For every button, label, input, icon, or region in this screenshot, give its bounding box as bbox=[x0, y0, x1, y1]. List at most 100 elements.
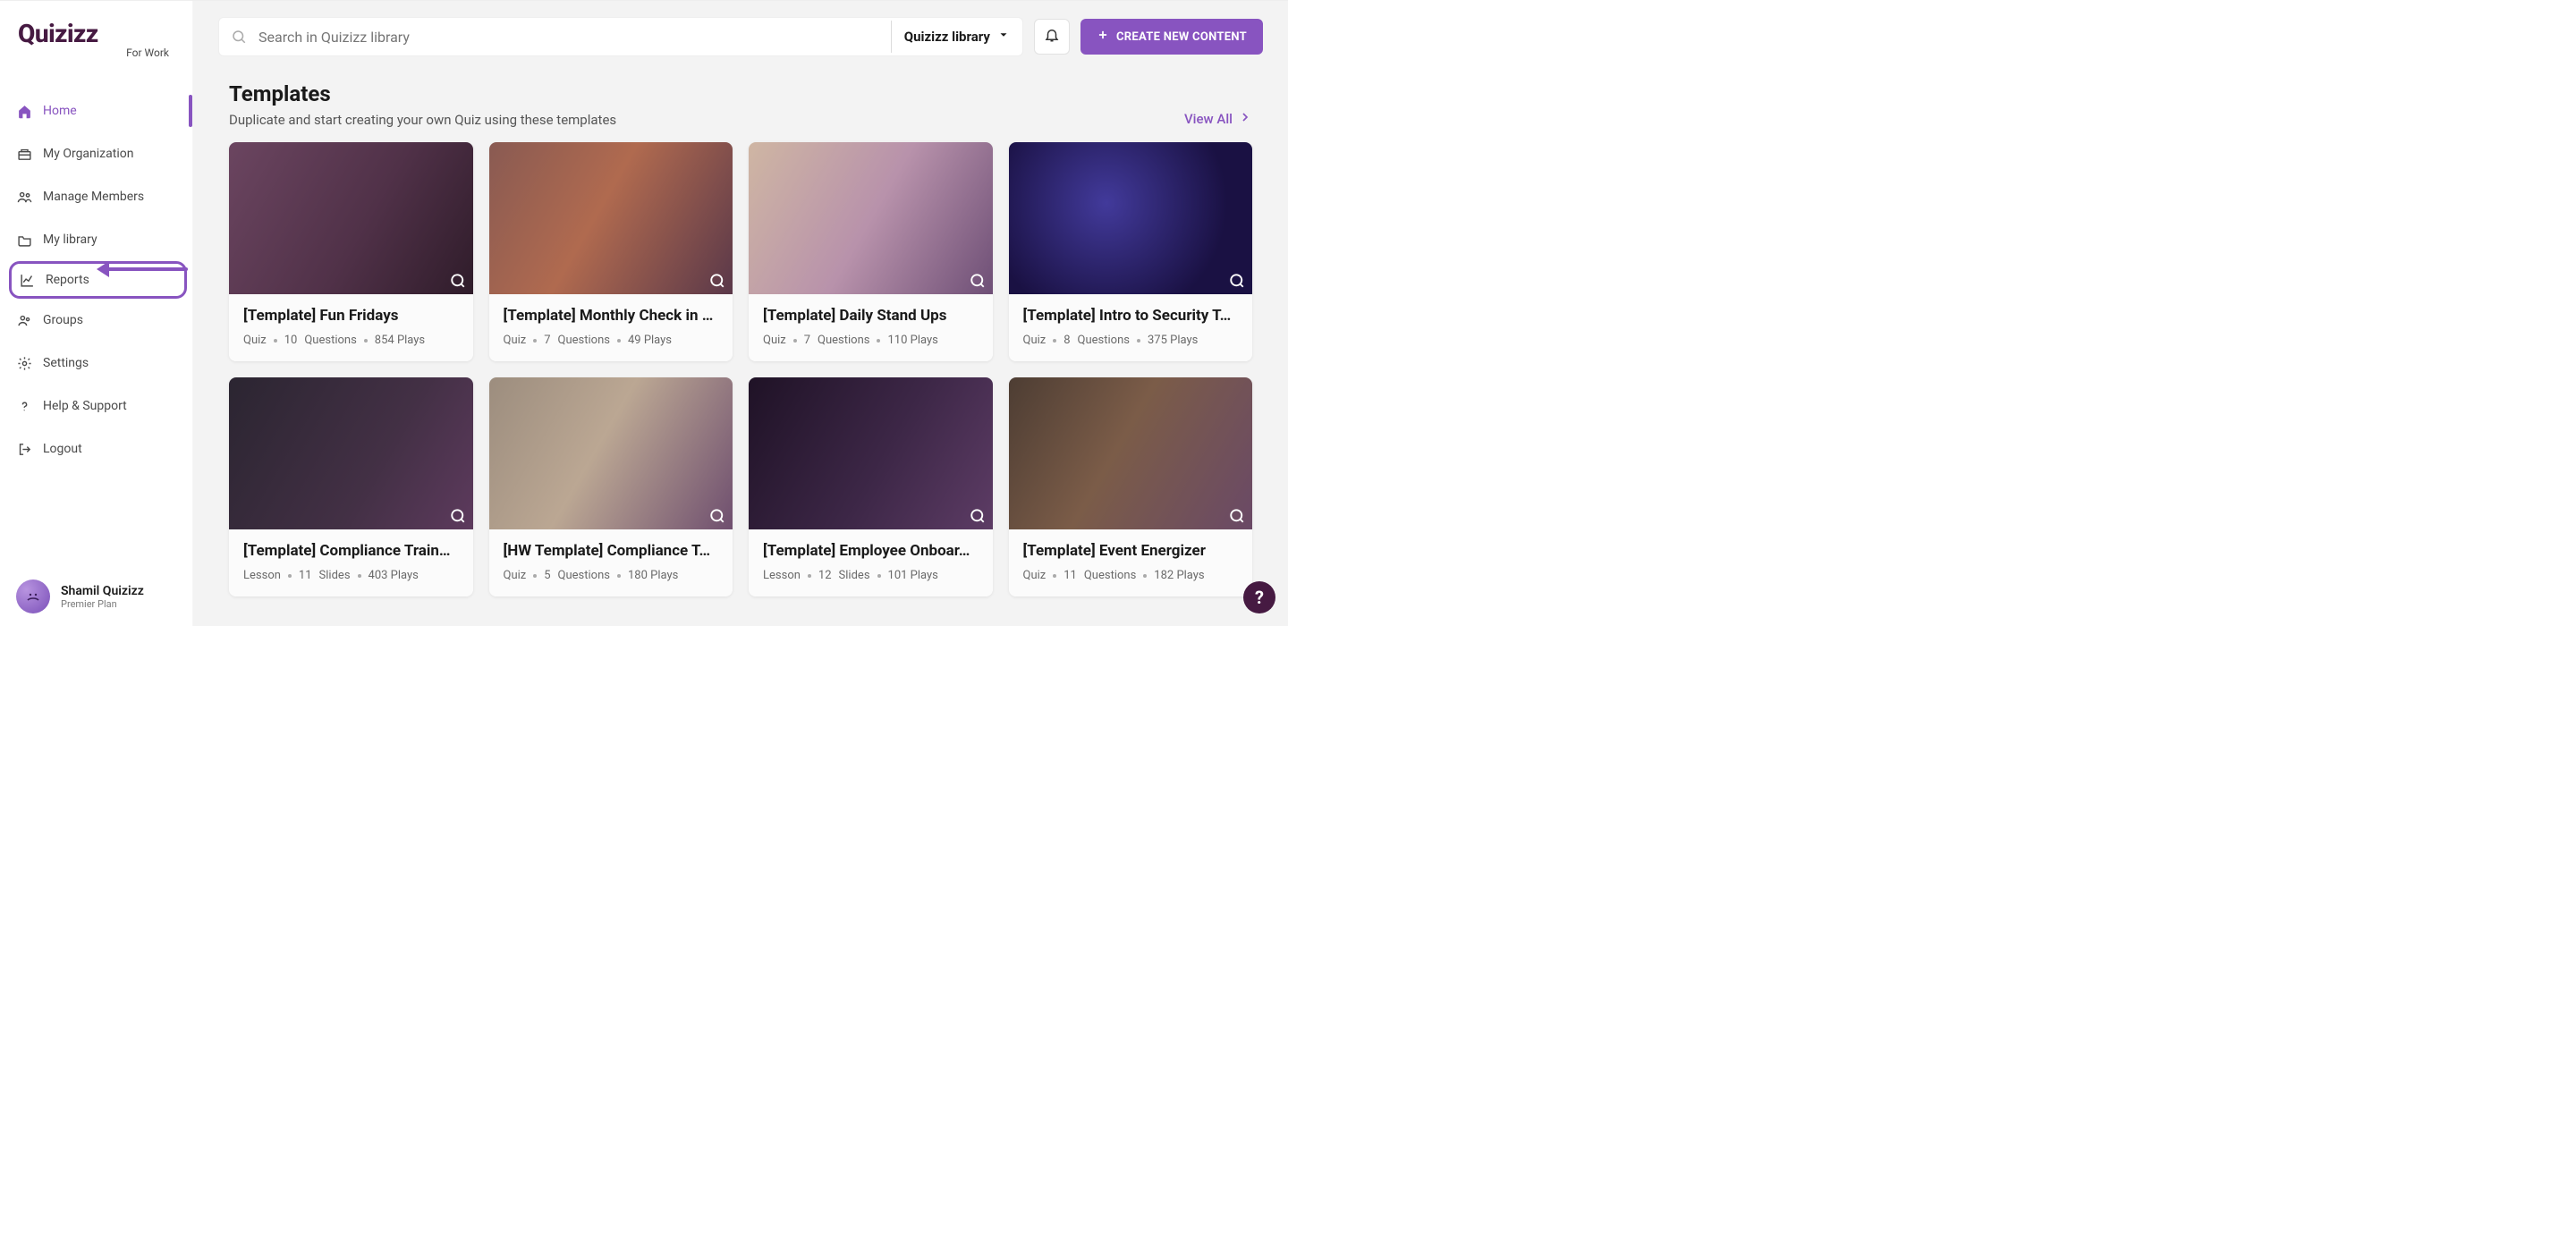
quizizz-watermark-icon bbox=[450, 508, 466, 524]
card-count-unit: Questions bbox=[818, 334, 869, 347]
card-count-unit: Questions bbox=[1084, 569, 1136, 582]
card-thumbnail bbox=[229, 377, 473, 529]
card-count-unit: Questions bbox=[304, 334, 356, 347]
sidebar-item-help[interactable]: Help & Support bbox=[0, 385, 192, 427]
card-count-unit: Questions bbox=[1078, 334, 1130, 347]
bell-icon bbox=[1044, 27, 1060, 47]
user-chip[interactable]: Shamil Quizizz Premier Plan bbox=[0, 567, 192, 626]
card-title: [Template] Monthly Check in … bbox=[504, 307, 719, 325]
sidebar-item-logout[interactable]: Logout bbox=[0, 427, 192, 470]
avatar bbox=[16, 579, 50, 613]
card-meta: Quiz5Questions180 Plays bbox=[504, 569, 719, 582]
sidebar-item-label: Reports bbox=[46, 273, 89, 287]
sidebar: Quizizz For Work Home My Organization Ma… bbox=[0, 1, 193, 626]
card-type: Quiz bbox=[763, 334, 786, 347]
card-count: 7 bbox=[804, 334, 810, 347]
card-thumbnail bbox=[229, 142, 473, 294]
caret-down-icon bbox=[997, 29, 1010, 45]
card-count: 12 bbox=[818, 569, 832, 582]
create-content-label: CREATE NEW CONTENT bbox=[1116, 30, 1247, 44]
card-plays: 375 Plays bbox=[1148, 334, 1198, 347]
quizizz-watermark-icon bbox=[970, 273, 986, 289]
sidebar-item-label: My library bbox=[43, 233, 97, 247]
search-input[interactable] bbox=[258, 29, 891, 46]
template-card[interactable]: [Template] Event EnergizerQuiz11Question… bbox=[1009, 377, 1253, 596]
section-title: Templates bbox=[229, 81, 616, 106]
card-thumbnail bbox=[489, 377, 733, 529]
card-thumbnail bbox=[749, 142, 993, 294]
notifications-button[interactable] bbox=[1034, 19, 1070, 55]
template-card[interactable]: [Template] Compliance Train…Lesson11Slid… bbox=[229, 377, 473, 596]
sidebar-item-my-library[interactable]: My library bbox=[0, 218, 192, 261]
card-body: [Template] Fun Fridays Quiz 10 Questions 854… bbox=[229, 294, 473, 361]
brand-logo[interactable]: Quizizz For Work bbox=[0, 1, 192, 66]
card-title: [HW Template] Compliance T… bbox=[504, 542, 719, 560]
card-count: 11 bbox=[299, 569, 312, 582]
card-plays: 180 Plays bbox=[628, 569, 678, 582]
reports-icon bbox=[19, 272, 35, 288]
create-content-button[interactable]: CREATE NEW CONTENT bbox=[1080, 19, 1263, 55]
card-plays: 182 Plays bbox=[1154, 569, 1204, 582]
card-body: [Template] Intro to Security T…Quiz8Ques… bbox=[1009, 294, 1253, 361]
sidebar-item-label: My Organization bbox=[43, 147, 133, 161]
sidebar-item-label: Manage Members bbox=[43, 190, 144, 204]
search-scope-label: Quizizz library bbox=[904, 29, 990, 45]
sidebar-item-my-organization[interactable]: My Organization bbox=[0, 132, 192, 175]
search-bar[interactable]: Quizizz library bbox=[218, 17, 1023, 56]
template-card[interactable]: [HW Template] Compliance T… Quiz5Question… bbox=[489, 377, 733, 596]
groups-icon bbox=[16, 312, 32, 328]
brand-subtitle: For Work bbox=[18, 47, 174, 59]
view-all-link[interactable]: View All bbox=[1184, 110, 1252, 128]
chevron-right-icon bbox=[1238, 110, 1252, 128]
card-body: [Template] Compliance Train…Lesson11Slid… bbox=[229, 529, 473, 596]
card-count-unit: Questions bbox=[558, 334, 610, 347]
folder-icon bbox=[16, 232, 32, 248]
card-type: Quiz bbox=[243, 334, 267, 347]
templates-grid: [Template] Fun Fridays Quiz 10 Questions 854… bbox=[229, 142, 1252, 596]
card-meta: Quiz 7 Questions 110 Plays bbox=[763, 334, 979, 347]
search-scope-button[interactable]: Quizizz library bbox=[891, 21, 1022, 53]
user-name: Shamil Quizizz bbox=[61, 584, 144, 598]
organization-icon bbox=[16, 146, 32, 162]
template-card[interactable]: [Template] Intro to Security T…Quiz8Ques… bbox=[1009, 142, 1253, 361]
template-card[interactable]: [Template] Daily Stand UpsQuiz7Questions… bbox=[749, 142, 993, 361]
quizizz-watermark-icon bbox=[709, 508, 725, 524]
gear-icon bbox=[16, 355, 32, 371]
template-card[interactable]: [Template] Monthly Check in …Quiz7Questi… bbox=[489, 142, 733, 361]
section-subtitle: Duplicate and start creating your own Qu… bbox=[229, 112, 616, 128]
card-meta: Quiz7Questions49 Plays bbox=[504, 334, 719, 347]
card-thumbnail bbox=[1009, 142, 1253, 294]
help-icon bbox=[16, 398, 32, 414]
card-meta: Quiz 10 Questions 854 Plays bbox=[243, 334, 459, 347]
sidebar-item-home[interactable]: Home bbox=[0, 89, 192, 132]
logout-icon bbox=[16, 441, 32, 457]
card-count: 10 bbox=[284, 334, 298, 347]
help-fab[interactable]: ? bbox=[1243, 581, 1275, 613]
sidebar-item-manage-members[interactable]: Manage Members bbox=[0, 175, 192, 218]
card-plays: 101 Plays bbox=[888, 569, 938, 582]
plus-icon bbox=[1097, 29, 1109, 45]
card-title: [Template] Fun Fridays bbox=[243, 307, 459, 325]
card-meta: Lesson11Slides403 Plays bbox=[243, 569, 459, 582]
card-meta: Quiz8Questions375 Plays bbox=[1023, 334, 1239, 347]
sidebar-item-groups[interactable]: Groups bbox=[0, 299, 192, 342]
card-body: [Template] Daily Stand UpsQuiz7Questions… bbox=[749, 294, 993, 361]
card-count: 11 bbox=[1063, 569, 1077, 582]
card-thumbnail bbox=[1009, 377, 1253, 529]
card-plays: 49 Plays bbox=[628, 334, 672, 347]
template-card[interactable]: [Template] Fun Fridays Quiz 10 Questions 854… bbox=[229, 142, 473, 361]
card-plays: 110 Plays bbox=[887, 334, 937, 347]
card-plays: 854 Plays bbox=[375, 334, 425, 347]
card-meta: Quiz11Questions182 Plays bbox=[1023, 569, 1239, 582]
card-meta: Lesson12Slides101 Plays bbox=[763, 569, 979, 582]
main: Quizizz library CREATE NEW CONTENT Templ… bbox=[193, 1, 1288, 626]
sidebar-item-settings[interactable]: Settings bbox=[0, 342, 192, 385]
card-body: [Template] Employee Onboar… Lesson12Slide… bbox=[749, 529, 993, 596]
members-icon bbox=[16, 189, 32, 205]
topbar: Quizizz library CREATE NEW CONTENT bbox=[193, 1, 1288, 72]
sidebar-nav: Home My Organization Manage Members My l… bbox=[0, 66, 192, 567]
card-title: [Template] Employee Onboar… bbox=[763, 542, 979, 560]
template-card[interactable]: [Template] Employee Onboar… Lesson12Slide… bbox=[749, 377, 993, 596]
view-all-label: View All bbox=[1184, 111, 1233, 127]
card-count: 5 bbox=[544, 569, 550, 582]
